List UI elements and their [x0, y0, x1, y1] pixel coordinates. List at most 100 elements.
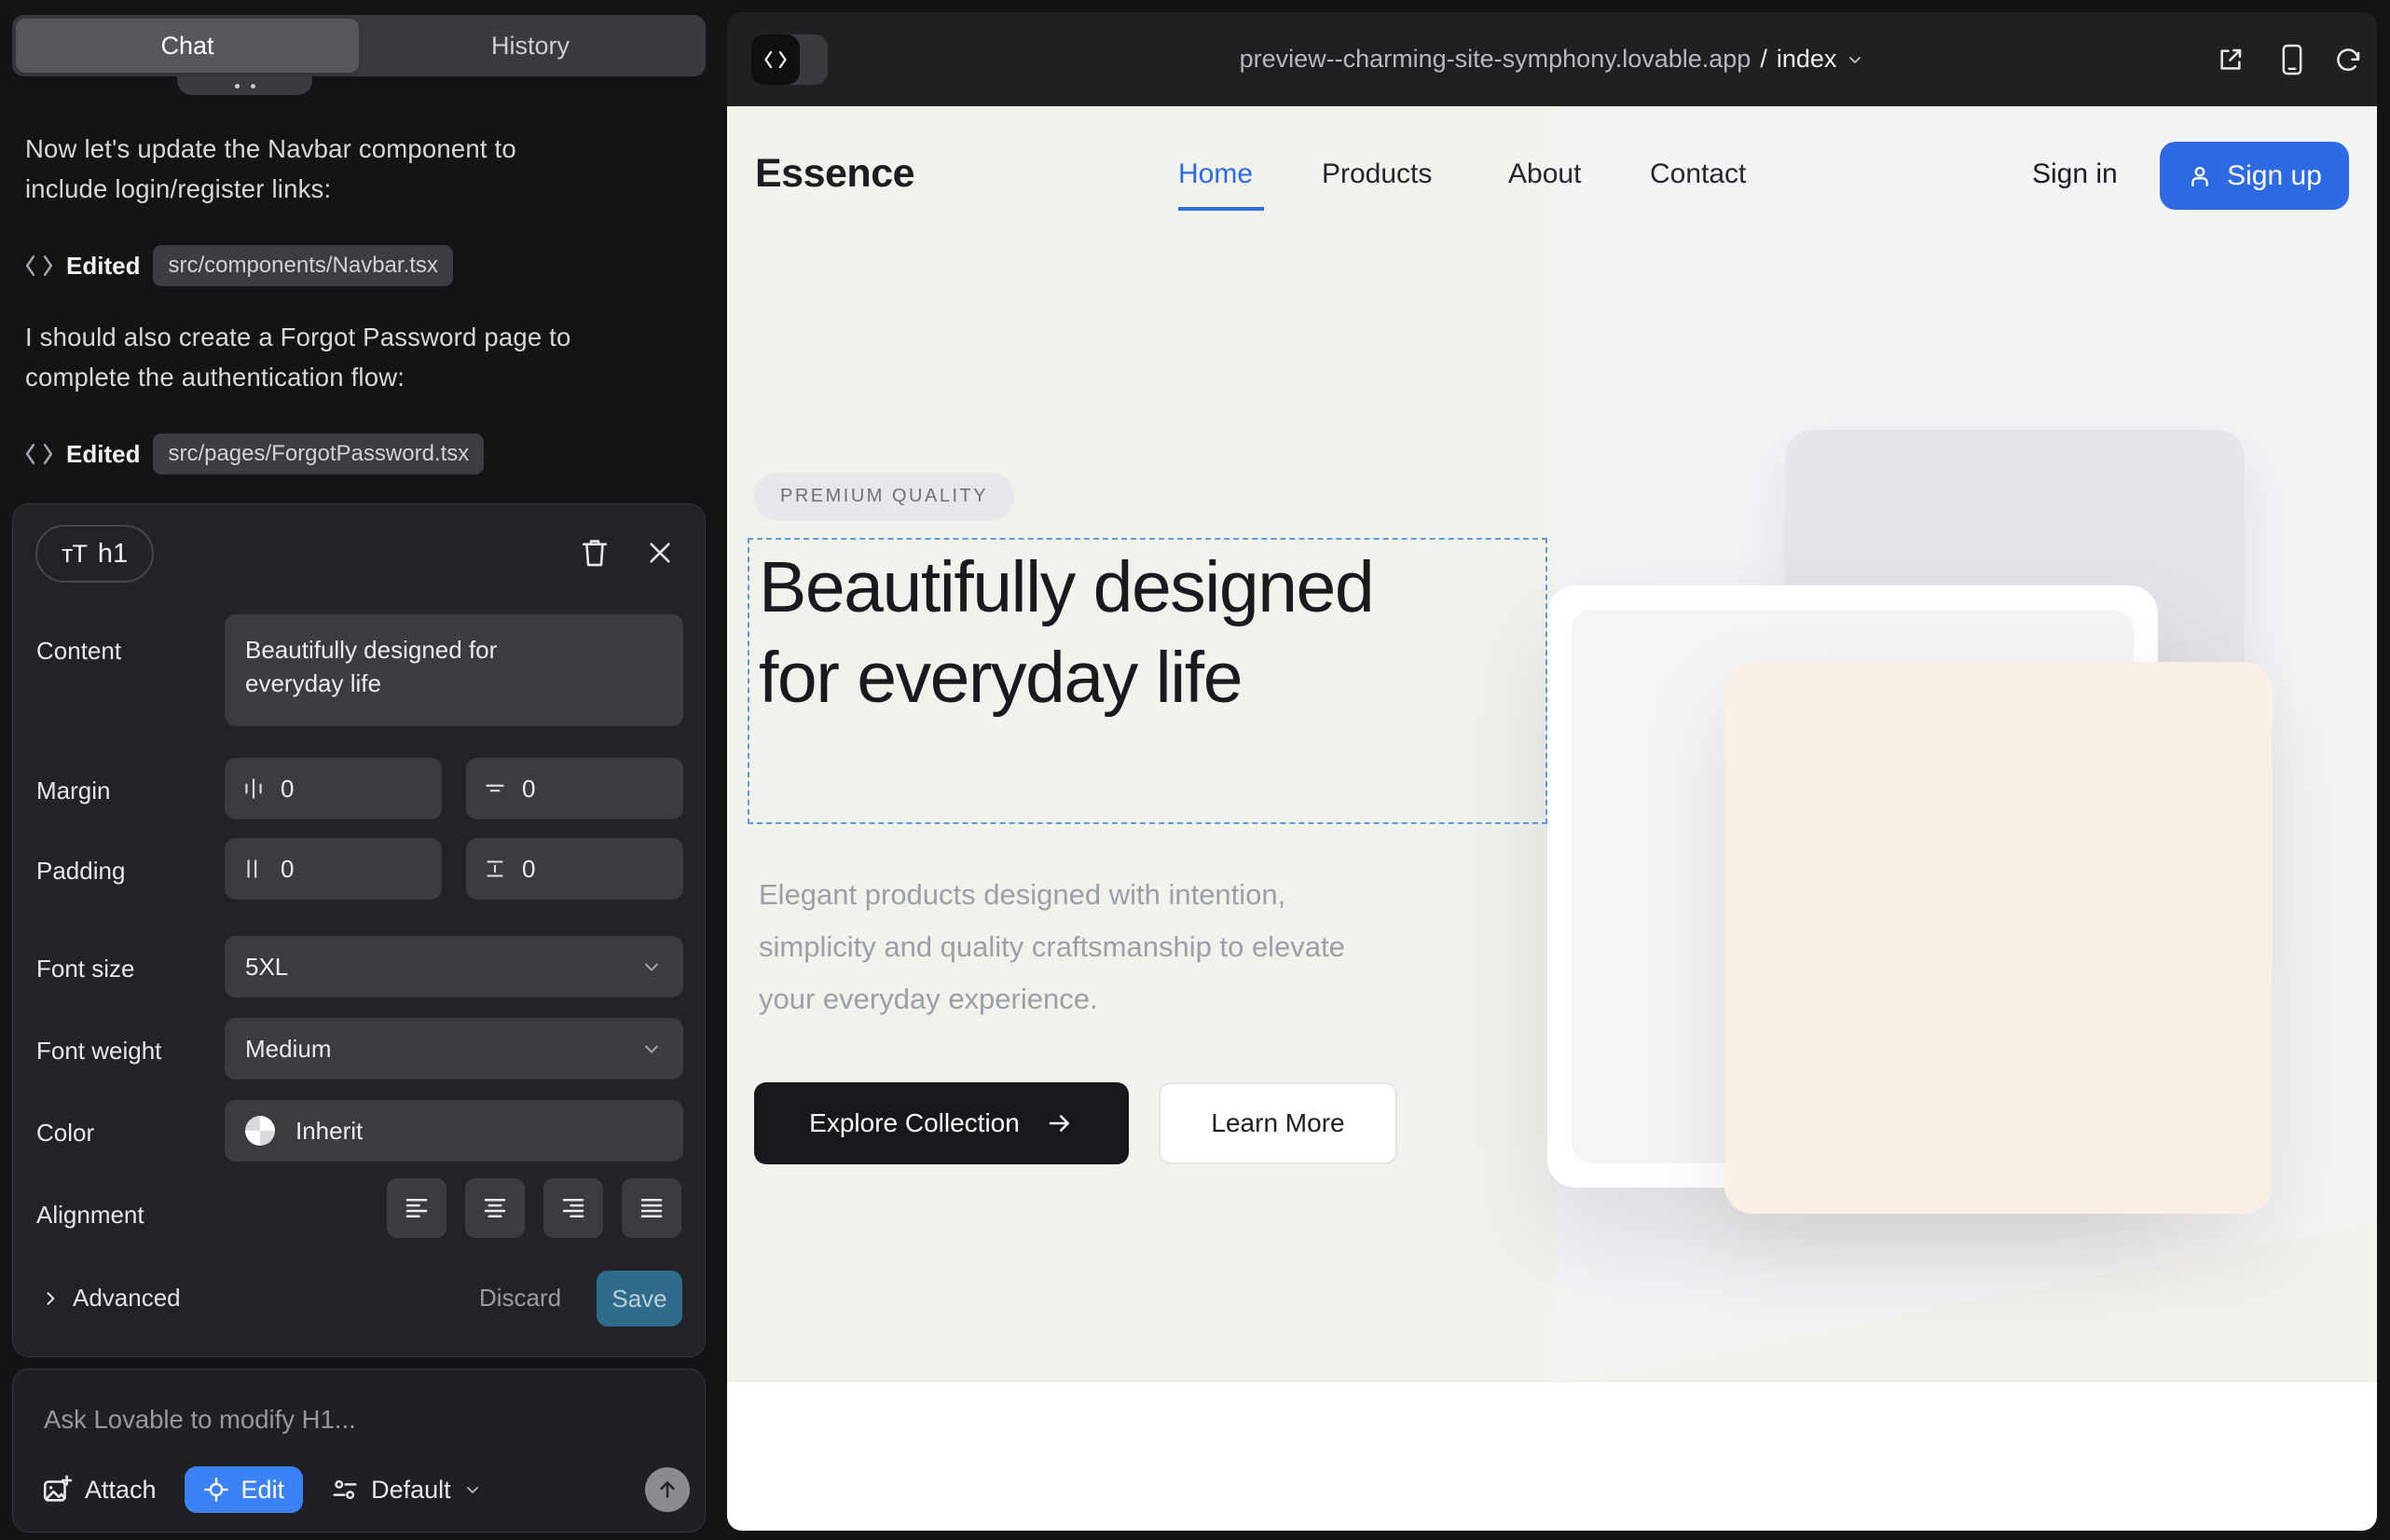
advanced-toggle[interactable]: Advanced	[41, 1284, 181, 1313]
arrow-right-icon	[1046, 1109, 1074, 1137]
align-left-button[interactable]	[387, 1178, 446, 1238]
sign-in-link[interactable]: Sign in	[2032, 158, 2118, 190]
code-icon	[25, 444, 53, 464]
url-domain: preview--charming-site-symphony.lovable.…	[1240, 45, 1751, 74]
font-size-select[interactable]: 5XL	[225, 936, 683, 997]
font-weight-select[interactable]: Medium	[225, 1018, 683, 1079]
align-center-button[interactable]	[465, 1178, 525, 1238]
color-swatch	[245, 1116, 275, 1146]
chevron-down-icon	[640, 956, 663, 978]
send-button[interactable]	[645, 1467, 690, 1512]
margin-vertical-input[interactable]: 0	[466, 758, 683, 819]
nav-link-contact[interactable]: Contact	[1650, 158, 1746, 190]
text-type-icon: тT	[62, 540, 87, 569]
padding-vertical-icon	[483, 857, 507, 881]
padding-horizontal-icon	[241, 857, 266, 881]
refresh-icon	[2334, 46, 2362, 74]
chevron-down-icon	[1846, 50, 1864, 69]
hero-paragraph[interactable]: Elegant products designed with intention…	[759, 869, 1393, 1025]
margin-vertical-icon	[483, 777, 507, 801]
chat-message: Now let's update the Navbar component to…	[25, 129, 584, 209]
url-bar[interactable]: preview--charming-site-symphony.lovable.…	[727, 12, 2377, 106]
edited-file-row[interactable]: Edited src/components/Navbar.tsx	[25, 244, 453, 287]
edited-label: Edited	[66, 440, 140, 469]
nav-link-products[interactable]: Products	[1322, 158, 1432, 190]
padding-horizontal-input[interactable]: 0	[225, 838, 442, 900]
align-justify-icon	[638, 1194, 666, 1222]
preview-window: preview--charming-site-symphony.lovable.…	[727, 12, 2377, 1531]
arrow-up-icon	[655, 1478, 680, 1502]
align-justify-button[interactable]	[622, 1178, 681, 1238]
file-path-badge[interactable]: src/components/Navbar.tsx	[153, 245, 452, 286]
chat-history-tabbar: Chat History	[12, 15, 706, 76]
font-weight-label: Font weight	[36, 1037, 161, 1066]
hero-badge: PREMIUM QUALITY	[754, 473, 1014, 520]
padding-label: Padding	[36, 857, 125, 886]
site-viewport: Essence Home Products About Contact Sign…	[727, 106, 2377, 1531]
lovable-app: Chat History Now let's update the Navbar…	[0, 0, 2390, 1540]
scrolled-badge-partial	[177, 76, 312, 95]
close-panel-button[interactable]	[639, 532, 680, 573]
site-brand[interactable]: Essence	[755, 151, 914, 197]
nav-link-about[interactable]: About	[1508, 158, 1581, 190]
align-right-button[interactable]	[543, 1178, 603, 1238]
element-tag: h1	[98, 539, 128, 570]
attach-image-icon	[41, 1474, 73, 1506]
sign-up-button[interactable]: Sign up	[2160, 142, 2349, 210]
tab-history[interactable]: History	[359, 19, 702, 73]
content-label: Content	[36, 637, 121, 666]
composer-input[interactable]: Ask Lovable to modify H1...	[44, 1405, 356, 1435]
trash-icon	[580, 537, 610, 569]
chevron-down-icon	[463, 1480, 482, 1499]
element-editor-panel: тT h1 Content Beautifully designed for e…	[12, 503, 706, 1357]
chevron-right-icon	[41, 1289, 60, 1308]
color-label: Color	[36, 1119, 94, 1148]
save-button[interactable]: Save	[597, 1271, 682, 1327]
edited-file-row[interactable]: Edited src/pages/ForgotPassword.tsx	[25, 433, 484, 475]
nav-link-home[interactable]: Home	[1178, 158, 1253, 190]
code-icon	[25, 255, 53, 276]
refresh-button[interactable]	[2330, 42, 2366, 77]
composer-toolbar: Attach Edit Default	[41, 1466, 482, 1513]
decor-card-cream	[1724, 662, 2273, 1214]
color-select[interactable]: Inherit	[225, 1100, 683, 1162]
delete-element-button[interactable]	[574, 532, 615, 573]
user-icon	[2187, 163, 2213, 189]
url-page: index	[1777, 45, 1837, 74]
left-panel: Chat History Now let's update the Navbar…	[0, 0, 727, 1540]
alignment-label: Alignment	[36, 1201, 144, 1230]
margin-horizontal-icon	[241, 777, 266, 801]
attach-button[interactable]: Attach	[41, 1474, 157, 1506]
align-center-icon	[481, 1194, 509, 1222]
font-size-label: Font size	[36, 955, 135, 983]
content-textarea[interactable]: Beautifully designed for everyday life	[225, 614, 683, 726]
discard-button[interactable]: Discard	[479, 1284, 561, 1313]
smartphone-icon	[2278, 44, 2306, 76]
close-icon	[647, 540, 673, 566]
composer: Ask Lovable to modify H1... Attach Edit	[12, 1368, 706, 1533]
sliders-icon	[331, 1476, 359, 1504]
browser-chrome: preview--charming-site-symphony.lovable.…	[727, 12, 2377, 106]
align-left-icon	[403, 1194, 431, 1222]
align-right-icon	[559, 1194, 587, 1222]
url-separator: /	[1760, 45, 1767, 74]
explore-collection-button[interactable]: Explore Collection	[754, 1082, 1129, 1164]
edit-mode-button[interactable]: Edit	[185, 1466, 304, 1513]
open-in-new-tab-button[interactable]	[2213, 42, 2248, 77]
tab-chat[interactable]: Chat	[16, 19, 359, 73]
padding-vertical-input[interactable]: 0	[466, 838, 683, 900]
mobile-view-button[interactable]	[2274, 42, 2310, 77]
file-path-badge[interactable]: src/pages/ForgotPassword.tsx	[153, 433, 484, 474]
mode-select[interactable]: Default	[331, 1476, 482, 1505]
selected-element-badge: тT h1	[35, 525, 154, 583]
external-link-icon	[2216, 45, 2246, 75]
active-nav-underline	[1178, 207, 1264, 211]
learn-more-button[interactable]: Learn More	[1159, 1082, 1397, 1164]
chevron-down-icon	[640, 1038, 663, 1060]
hero-heading[interactable]: Beautifully designed for everyday life	[759, 543, 1374, 723]
chat-message: I should also create a Forgot Password p…	[25, 317, 584, 397]
margin-horizontal-input[interactable]: 0	[225, 758, 442, 819]
margin-label: Margin	[36, 777, 110, 805]
target-icon	[203, 1477, 229, 1503]
edited-label: Edited	[66, 252, 140, 281]
